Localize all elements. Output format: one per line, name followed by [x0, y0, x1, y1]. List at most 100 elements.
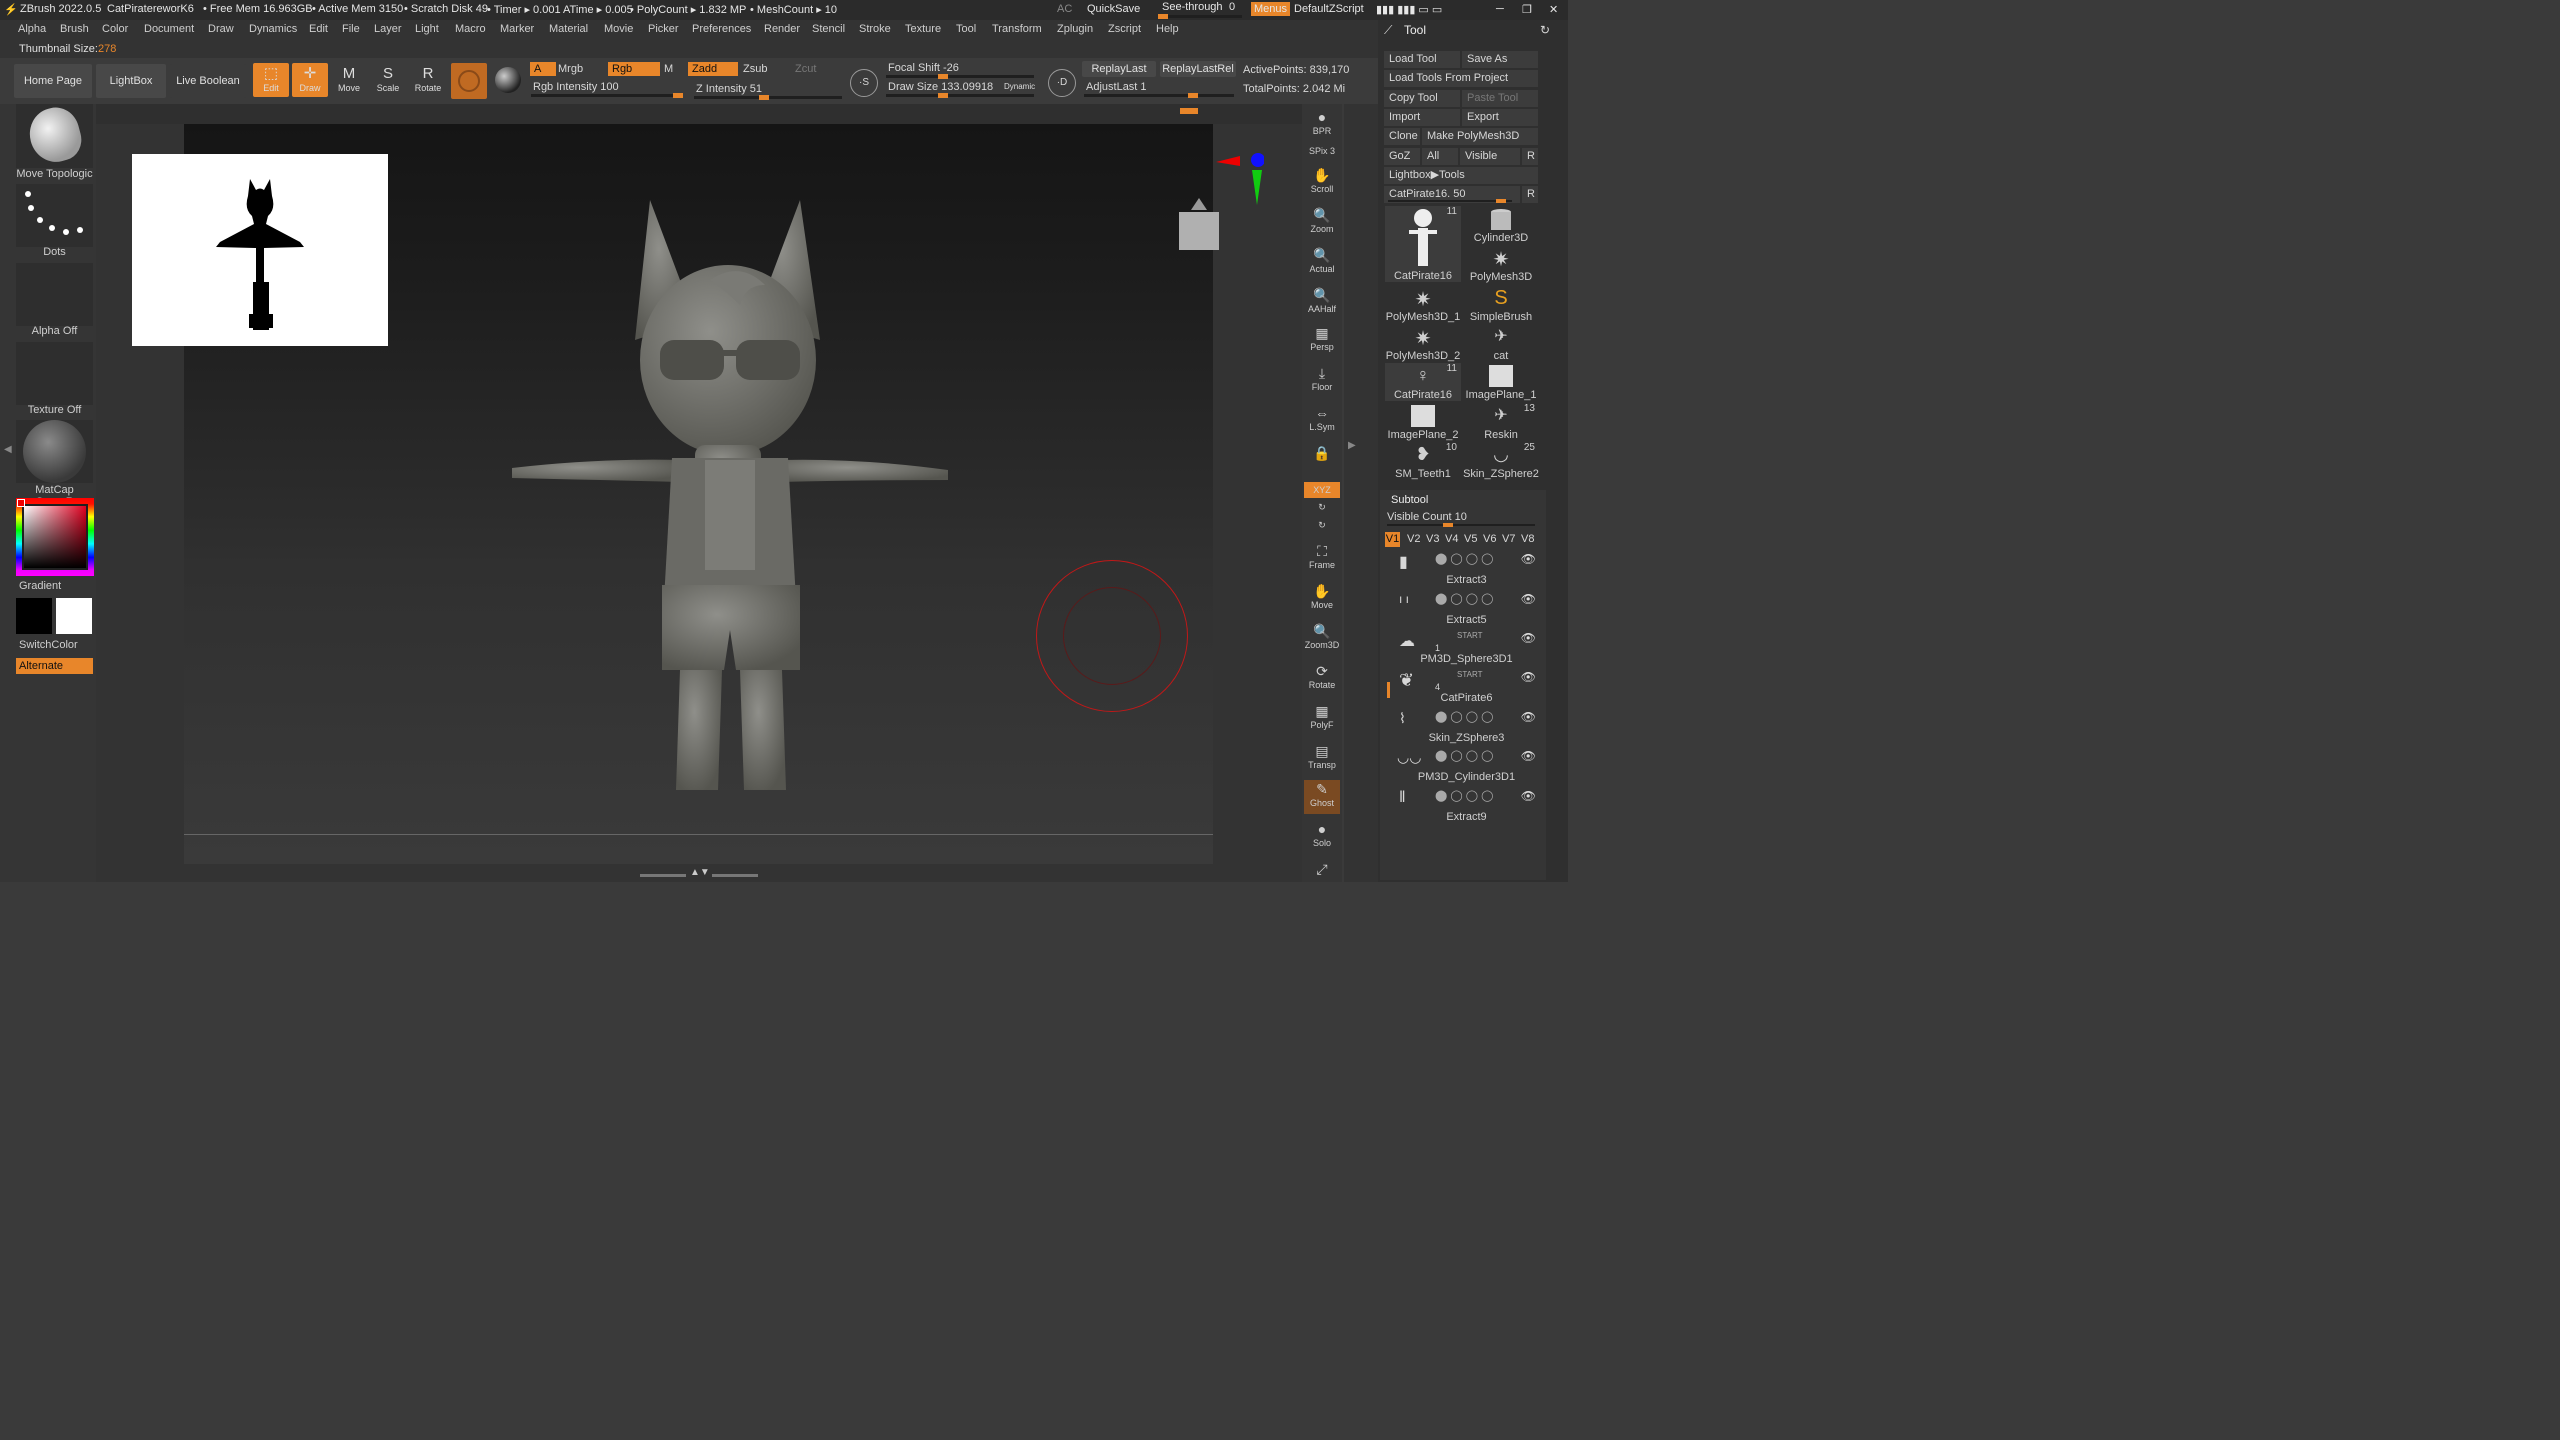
close-icon[interactable]: ✕	[1549, 3, 1558, 16]
eye-icon[interactable]: 👁	[1521, 631, 1536, 645]
menu-color[interactable]: Color	[102, 23, 128, 35]
menu-stencil[interactable]: Stencil	[812, 23, 845, 35]
replaylast-button[interactable]: ReplayLast	[1082, 61, 1156, 77]
brush-thumbnail[interactable]	[16, 102, 93, 168]
rotate-z-icon[interactable]: ↻	[1304, 520, 1340, 536]
goz-visible-button[interactable]: Visible	[1460, 148, 1520, 165]
move-view-button[interactable]: ✋ Move	[1304, 582, 1340, 616]
eye-icon[interactable]: 👁	[1521, 592, 1536, 606]
seethrough-slider[interactable]	[1158, 14, 1242, 19]
tool-item-skin-zsphere2[interactable]: 25 ◡ Skin_ZSphere2	[1463, 442, 1539, 480]
paste-tool-button[interactable]: Paste Tool	[1462, 90, 1538, 107]
copy-tool-button[interactable]: Copy Tool	[1384, 90, 1460, 107]
goz-all-button[interactable]: All	[1422, 148, 1458, 165]
load-tool-button[interactable]: Load Tool	[1384, 51, 1460, 68]
menu-dynamics[interactable]: Dynamics	[249, 23, 297, 35]
tool-item-cylinder3d[interactable]: Cylinder3D	[1463, 206, 1539, 244]
move-button[interactable]: M Move	[331, 63, 367, 97]
current-tool-slider[interactable]: CatPirate16. 50	[1384, 186, 1520, 203]
bottom-tray-handle[interactable]: ▲▼	[640, 867, 758, 878]
home-page-button[interactable]: Home Page	[14, 64, 92, 98]
ac-button[interactable]: AC	[1057, 3, 1072, 15]
menu-alpha[interactable]: Alpha	[18, 23, 46, 35]
tool-item-polymesh3d-1[interactable]: ✷ PolyMesh3D_1	[1385, 285, 1461, 323]
menu-light[interactable]: Light	[415, 23, 439, 35]
tool-item-imageplane-2[interactable]: ImagePlane_2	[1385, 403, 1461, 441]
lightbox-button[interactable]: LightBox	[96, 64, 166, 98]
version-v2[interactable]: V2	[1407, 533, 1420, 545]
clone-button[interactable]: Clone	[1384, 128, 1420, 145]
transp-button[interactable]: ▤ Transp	[1304, 742, 1340, 776]
eye-icon[interactable]: 👁	[1521, 789, 1536, 803]
menu-edit[interactable]: Edit	[309, 23, 328, 35]
xyz-button[interactable]: XYZ	[1304, 482, 1340, 498]
polyf-button[interactable]: ▦ PolyF	[1304, 702, 1340, 736]
mrgb-toggle[interactable]: Mrgb	[558, 63, 583, 75]
menu-document[interactable]: Document	[144, 23, 194, 35]
rotate-button[interactable]: R Rotate	[410, 63, 446, 97]
primary-color-swatch[interactable]	[16, 598, 52, 634]
rgb-toggle[interactable]: Rgb	[608, 62, 660, 76]
menu-width-icon[interactable]: ▮▮▮ ▮▮▮ ▭ ▭	[1376, 3, 1442, 16]
minimize-icon[interactable]: ─	[1496, 3, 1504, 15]
tool-item-polymesh3d-2[interactable]: ✷ PolyMesh3D_2	[1385, 324, 1461, 362]
menu-zscript[interactable]: Zscript	[1108, 23, 1141, 35]
eye-icon[interactable]: 👁	[1521, 552, 1536, 566]
import-button[interactable]: Import	[1384, 109, 1460, 126]
tool-item-catpirate16-b[interactable]: 11 ♀ CatPirate16	[1385, 363, 1461, 401]
secondary-color-swatch[interactable]	[56, 598, 92, 634]
reference-image[interactable]	[132, 154, 388, 346]
dynamic-toggle[interactable]: Dynamic	[1004, 82, 1035, 91]
subtool-title[interactable]: Subtool	[1391, 494, 1428, 506]
subtool-item-extract9[interactable]: ‖ ⬤ ◯ ◯ ◯ 👁 Extract9	[1395, 789, 1538, 827]
lock-button[interactable]: 🔒	[1304, 444, 1340, 478]
subtool-item-catpirate6[interactable]: ❦ START 4 👁 CatPirate6	[1387, 670, 1538, 708]
material-swatch-button[interactable]	[451, 63, 487, 99]
subtool-toggles-icon[interactable]: ⬤ ◯ ◯ ◯	[1435, 789, 1493, 802]
menu-zplugin[interactable]: Zplugin	[1057, 23, 1093, 35]
navigation-cube[interactable]	[1175, 196, 1223, 254]
tool-item-cat[interactable]: ✈ cat	[1463, 324, 1539, 362]
eye-icon[interactable]: 👁	[1521, 670, 1536, 684]
subtool-item-skin-zsphere3[interactable]: ⌇ ⬤ ◯ ◯ ◯ 👁 Skin_ZSphere3	[1395, 710, 1538, 748]
z-intensity-slider[interactable]	[694, 95, 842, 100]
menu-material[interactable]: Material	[549, 23, 588, 35]
lightbox-tools-button[interactable]: Lightbox▶Tools	[1384, 167, 1538, 184]
goz-button[interactable]: GoZ	[1384, 148, 1420, 165]
subtool-toggles-icon[interactable]: ⬤ ◯ ◯ ◯	[1435, 710, 1493, 723]
tool-item-reskin[interactable]: 13 ✈ Reskin	[1463, 403, 1539, 441]
tool-reset-icon[interactable]: ↻	[1540, 23, 1550, 37]
menus-button[interactable]: Menus	[1251, 2, 1291, 16]
menu-movie[interactable]: Movie	[604, 23, 633, 35]
live-boolean-button[interactable]: Live Boolean	[170, 64, 246, 98]
subtool-item-pm3d-sphere3d1[interactable]: ☁ START 1 👁 PM3D_Sphere3D1	[1395, 631, 1538, 669]
menu-transform[interactable]: Transform	[992, 23, 1042, 35]
m-toggle[interactable]: M	[664, 63, 673, 75]
export-button[interactable]: Export	[1462, 109, 1538, 126]
version-v7[interactable]: V7	[1502, 533, 1515, 545]
zoom-button[interactable]: 🔍 Zoom	[1304, 206, 1340, 240]
lazymouse-s-icon[interactable]: ·S	[850, 69, 878, 97]
spix-button[interactable]: SPix 3	[1304, 146, 1340, 162]
stroke-thumbnail[interactable]	[16, 184, 93, 247]
actual-button[interactable]: 🔍 Actual	[1304, 246, 1340, 280]
ghost-button[interactable]: ✎ Ghost	[1304, 780, 1340, 814]
eye-icon[interactable]: 👁	[1521, 710, 1536, 724]
rotate-view-button[interactable]: ⟳ Rotate	[1304, 662, 1340, 696]
version-v4[interactable]: V4	[1445, 533, 1458, 545]
zoom3d-button[interactable]: 🔍 Zoom3D	[1304, 622, 1340, 656]
subtool-item-extract5[interactable]: ı ı ⬤ ◯ ◯ ◯ 👁 Extract5	[1395, 592, 1538, 630]
zsub-toggle[interactable]: Zsub	[743, 63, 767, 75]
tool-item-simplebrush[interactable]: S SimpleBrush	[1463, 285, 1539, 323]
expand-icon[interactable]: ⤢	[1304, 860, 1340, 894]
lsym-button[interactable]: ⇔ L.Sym	[1304, 404, 1340, 438]
switchcolor-button[interactable]: SwitchColor	[16, 639, 96, 651]
scale-button[interactable]: S Scale	[370, 63, 406, 97]
menu-draw[interactable]: Draw	[208, 23, 234, 35]
scroll-button[interactable]: ✋ Scroll	[1304, 166, 1340, 200]
menu-marker[interactable]: Marker	[500, 23, 534, 35]
draw-size-slider[interactable]	[886, 93, 1034, 98]
material-thumbnail[interactable]	[16, 420, 93, 483]
edit-button[interactable]: ⬚ Edit	[253, 63, 289, 97]
menu-macro[interactable]: Macro	[455, 23, 486, 35]
